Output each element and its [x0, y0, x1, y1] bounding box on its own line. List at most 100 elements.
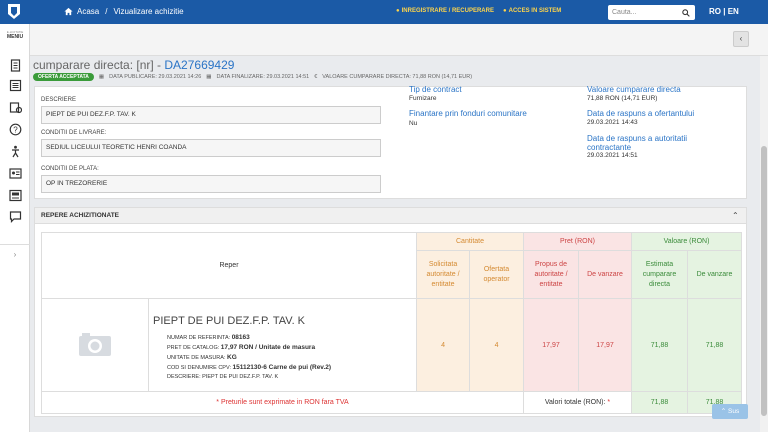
calendar-icon: ▦: [206, 74, 212, 80]
item-descriere-value: PIEPT DE PUI DEZ.F.P. TAV. K: [202, 374, 279, 380]
cant-ofertata: 4: [469, 298, 525, 392]
logo-icon[interactable]: [7, 3, 21, 20]
pret-propus: 17,97: [523, 298, 580, 392]
raspuns-autoritate-label-1: Data de raspuns a autoritatii: [587, 134, 688, 143]
back-button[interactable]: ‹: [733, 31, 749, 47]
fonduri-value: Nu: [409, 120, 418, 127]
scroll-top-label: Sus: [728, 408, 740, 415]
group-valoare-header: Valoare (RON): [631, 232, 743, 251]
um-label: UNITATE DE MASURA:: [167, 355, 226, 361]
accessibility-icon[interactable]: [9, 145, 22, 158]
tip-contract-label: Tip de contract: [409, 85, 462, 94]
list-icon[interactable]: [9, 79, 22, 92]
arrow-up-icon: ⌃: [720, 408, 727, 415]
sidebar-expand-icon[interactable]: ›: [8, 250, 22, 264]
valoare-cumparare: VALOARE CUMPARARE DIRECTA: 71,88 RON (14…: [322, 74, 473, 80]
product-name: PIEPT DE PUI DEZ.F.P. TAV. K: [153, 315, 306, 327]
notification-icon[interactable]: [9, 101, 22, 114]
login-link-label: ACCES IN SISTEM: [508, 8, 562, 14]
cpv-label: COD SI DENUMIRE CPV:: [167, 365, 231, 371]
pret-catalog-value: 17,97 RON / Unitate de masura: [220, 344, 316, 351]
scrollbar[interactable]: [760, 56, 768, 432]
repere-header[interactable]: REPERE ACHIZITIONATE ⌃: [35, 208, 746, 224]
lang-en[interactable]: EN: [728, 7, 739, 16]
sidebar: E-LICITATIE MENIU ? ›: [0, 24, 30, 432]
table-row: PIEPT DE PUI DEZ.F.P. TAV. K NUMAR DE RE…: [41, 298, 743, 392]
livrare-field: SEDIUL LICEULUI TEORETIC HENRI COANDA: [41, 139, 381, 157]
tip-contract-value: Furnizare: [409, 95, 437, 102]
help-icon[interactable]: ?: [9, 123, 22, 136]
raspuns-autoritate-value: 29.03.2021 14:51: [587, 152, 638, 159]
ref-value: 08163: [231, 334, 250, 341]
valoare-value: 71,88 RON (14,71 EUR): [587, 95, 658, 102]
breadcrumb-separator: /: [105, 7, 108, 16]
raspuns-ofertant-value: 29.03.2021 14:43: [587, 119, 638, 126]
login-link[interactable]: ● ACCES IN SISTEM: [503, 8, 561, 14]
raspuns-ofertant-label: Data de raspuns a ofertantului: [587, 109, 695, 118]
sub-solicitata-header: Solicitata autoritate / entitate: [416, 250, 471, 299]
search-box: [608, 5, 695, 20]
um-value: KG: [227, 354, 237, 361]
chevron-up-icon[interactable]: ⌃: [732, 211, 739, 220]
scroll-top-button[interactable]: ⌃ Sus: [712, 404, 748, 419]
plata-label: CONDITII DE PLATA:: [41, 166, 99, 172]
product-details: PIEPT DE PUI DEZ.F.P. TAV. K NUMAR DE RE…: [147, 298, 418, 392]
val-vanzare: 71,88: [687, 298, 743, 392]
scrollbar-thumb[interactable]: [761, 146, 767, 416]
ref-label: NUMAR DE REFERINTA:: [167, 335, 231, 341]
valoare-label: Valoare cumparare directa: [587, 85, 681, 94]
item-descriere-label: DESCRIERE:: [167, 374, 201, 380]
fonduri-label: Finantare prin fonduri comunitare: [409, 109, 527, 118]
cant-solicitata: 4: [416, 298, 471, 392]
sidebar-divider: [0, 244, 30, 245]
repere-card: REPERE ACHIZITIONATE ⌃ Reper Cantitate P…: [34, 207, 747, 417]
totals-star: *: [607, 399, 611, 406]
sub-propus-header: Propus de autoritate / entitate: [523, 250, 580, 299]
cpv-value: 15112130-6 Carne de pui (Rev.2): [232, 364, 332, 371]
contact-card-icon[interactable]: [9, 167, 22, 180]
calendar-icon: ▦: [98, 74, 105, 80]
group-pret-header: Pret (RON): [523, 232, 633, 251]
title-prefix: cumparare directa: [nr] -: [33, 58, 165, 72]
col-reper-header: Reper: [40, 232, 418, 299]
repere-table: Reper Cantitate Pret (RON) Valoare (RON)…: [40, 232, 743, 414]
raspuns-autoritate-label-2: contractante: [587, 143, 632, 152]
catalog-icon[interactable]: [9, 189, 22, 202]
lang-ro[interactable]: RO: [709, 7, 721, 16]
document-icon[interactable]: [9, 59, 22, 72]
detail-cpv: COD SI DENUMIRE CPV: 15112130-6 Carne de…: [153, 363, 412, 373]
sub-vanzare-pret-header: De vanzare: [578, 250, 633, 299]
group-cantitate-header: Cantitate: [416, 232, 525, 251]
breadcrumb-home[interactable]: Acasa: [77, 7, 99, 16]
detail-pret-catalog: PRET DE CATALOG: 17,97 RON / Unitate de …: [153, 343, 412, 353]
register-link[interactable]: ● INREGISTRARE / RECUPERARE: [396, 8, 494, 14]
breadcrumb: Acasa / Vizualizare achizitie: [64, 7, 184, 16]
language-switch: RO | EN: [709, 7, 739, 16]
val-estimata: 71,88: [631, 298, 689, 392]
sub-estimata-header: Estimata cumparare directa: [631, 250, 689, 299]
meta-row: OFERTA ACCEPTATA ▦ DATA PUBLICARE: 29.03…: [33, 73, 472, 81]
lock-icon: ●: [503, 8, 507, 14]
svg-text:?: ?: [13, 125, 18, 134]
descriere-field: PIEPT DE PUI DEZ.F.P. TAV. K: [41, 106, 381, 124]
home-icon[interactable]: [64, 7, 73, 16]
currency-icon: €: [314, 74, 318, 80]
search-input[interactable]: [612, 9, 682, 16]
menu-button[interactable]: E-LICITATIE MENIU: [0, 28, 30, 48]
repere-title: REPERE ACHIZITIONATE: [41, 212, 120, 219]
register-link-label: INREGISTRARE / RECUPERARE: [401, 8, 494, 14]
detail-um: UNITATE DE MASURA: KG: [153, 353, 412, 363]
camera-icon: [79, 333, 111, 356]
status-badge: OFERTA ACCEPTATA: [33, 73, 94, 81]
sub-ofertata-header: Ofertata operator: [469, 250, 525, 299]
sub-vanzare-val-header: De vanzare: [687, 250, 743, 299]
totals-label-text: Valori totale (RON):: [544, 399, 606, 406]
pret-catalog-label: PRET DE CATALOG:: [167, 345, 220, 351]
detail-ref: NUMAR DE REFERINTA: 08163: [153, 333, 412, 343]
chat-icon[interactable]: [9, 210, 22, 223]
page-title: cumparare directa: [nr] - DA27669429: [33, 58, 234, 72]
pret-vanzare: 17,97: [578, 298, 633, 392]
totals-label: Valori totale (RON): *: [523, 391, 633, 414]
lang-separator: |: [723, 7, 726, 16]
search-icon[interactable]: [682, 8, 690, 17]
